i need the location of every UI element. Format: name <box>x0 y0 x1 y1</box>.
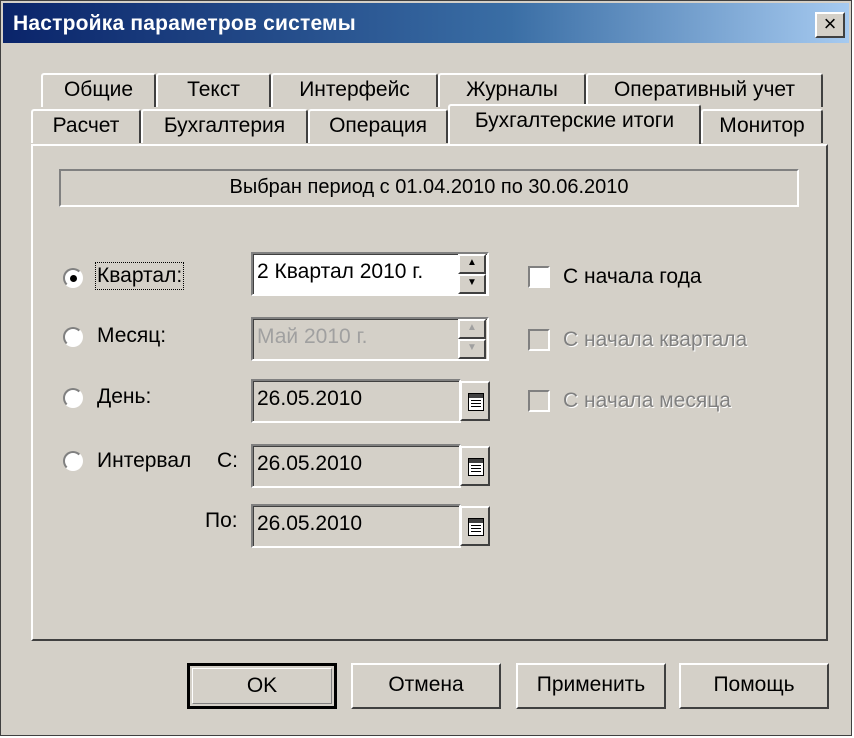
interval-to-field[interactable]: 26.05.2010 <box>251 504 461 548</box>
tab-label: Интерфейс <box>299 78 410 101</box>
calendar-icon <box>468 458 484 476</box>
tab-label: Бухгалтерия <box>163 114 286 137</box>
tab-journals[interactable]: Журналы <box>438 73 586 107</box>
month-field: Май 2010 г. <box>251 317 489 361</box>
interval-from-value: 26.05.2010 <box>257 452 363 475</box>
tab-text[interactable]: Текст <box>156 73 271 107</box>
year-start-label: С начала года <box>563 265 702 288</box>
spin-down-icon[interactable]: ▼ <box>458 274 486 294</box>
close-button[interactable]: × <box>815 12 845 38</box>
calendar-icon <box>468 518 484 536</box>
day-field[interactable]: 26.05.2010 <box>251 379 461 423</box>
window-title: Настройка параметров системы <box>13 12 356 35</box>
tab-accounting-totals[interactable]: Бухгалтерские итоги <box>448 104 701 144</box>
day-value: 26.05.2010 <box>257 387 363 410</box>
quarter-label[interactable]: Квартал: <box>94 262 185 290</box>
day-calendar-button[interactable] <box>460 381 490 421</box>
interval-from-calendar-button[interactable] <box>460 446 490 486</box>
tab-label: Журналы <box>466 78 558 101</box>
day-label: День: <box>97 385 152 408</box>
radio-dot-icon <box>70 275 77 282</box>
settings-dialog: Настройка параметров системы × Общие Тек… <box>0 0 852 736</box>
tab-label: Расчет <box>52 114 120 137</box>
calendar-icon <box>468 393 484 411</box>
tab-label: Бухгалтерские итоги <box>474 109 675 132</box>
quarter-start-label: С начала квартала <box>563 328 748 351</box>
spin-up-icon[interactable]: ▲ <box>458 254 486 274</box>
close-icon: × <box>823 11 837 36</box>
quarter-value: 2 Квартал 2010 г. <box>257 260 424 283</box>
tab-label: Оперативный учет <box>613 78 796 101</box>
title-bar[interactable]: Настройка параметров системы × <box>3 3 849 43</box>
tab-label: Текст <box>187 78 240 101</box>
ok-label: OK <box>192 668 332 704</box>
month-radio[interactable] <box>63 327 83 347</box>
interval-radio[interactable] <box>63 451 83 471</box>
quarter-field[interactable]: 2 Квартал 2010 г. <box>251 252 489 296</box>
apply-button[interactable]: Применить <box>516 663 666 709</box>
tab-accounting[interactable]: Бухгалтерия <box>141 109 308 143</box>
interval-from-label: С: <box>217 449 238 472</box>
interval-from-field[interactable]: 26.05.2010 <box>251 444 461 488</box>
tab-calculation[interactable]: Расчет <box>31 109 141 143</box>
period-display: Выбран период с 01.04.2010 по 30.06.2010 <box>59 169 799 207</box>
interval-to-value: 26.05.2010 <box>257 512 363 535</box>
spin-up-icon: ▲ <box>458 319 486 339</box>
month-label: Месяц: <box>97 324 167 347</box>
tab-operation[interactable]: Операция <box>308 109 448 143</box>
month-spinner: ▲ ▼ <box>458 319 486 359</box>
interval-label: Интервал <box>97 449 192 472</box>
quarter-start-checkbox <box>528 329 550 351</box>
month-start-checkbox <box>528 390 550 412</box>
tab-label: Общие <box>63 78 134 101</box>
interval-to-calendar-button[interactable] <box>460 506 490 546</box>
ok-button[interactable]: OK <box>187 663 337 709</box>
tab-monitor[interactable]: Монитор <box>701 109 823 143</box>
month-value: Май 2010 г. <box>257 325 368 348</box>
tab-interface[interactable]: Интерфейс <box>271 73 438 107</box>
interval-to-label: По: <box>205 509 238 532</box>
cancel-button[interactable]: Отмена <box>351 663 501 709</box>
tab-label: Операция <box>329 114 427 137</box>
help-button[interactable]: Помощь <box>679 663 829 709</box>
month-start-label: С начала месяца <box>563 389 731 412</box>
spin-down-icon: ▼ <box>458 339 486 359</box>
year-start-checkbox[interactable] <box>528 266 550 288</box>
tab-operational-accounting[interactable]: Оперативный учет <box>586 73 823 107</box>
quarter-spinner[interactable]: ▲ ▼ <box>458 254 486 294</box>
tab-label: Монитор <box>719 114 805 137</box>
day-radio[interactable] <box>63 388 83 408</box>
quarter-radio[interactable] <box>63 268 83 288</box>
tab-general[interactable]: Общие <box>41 73 156 107</box>
